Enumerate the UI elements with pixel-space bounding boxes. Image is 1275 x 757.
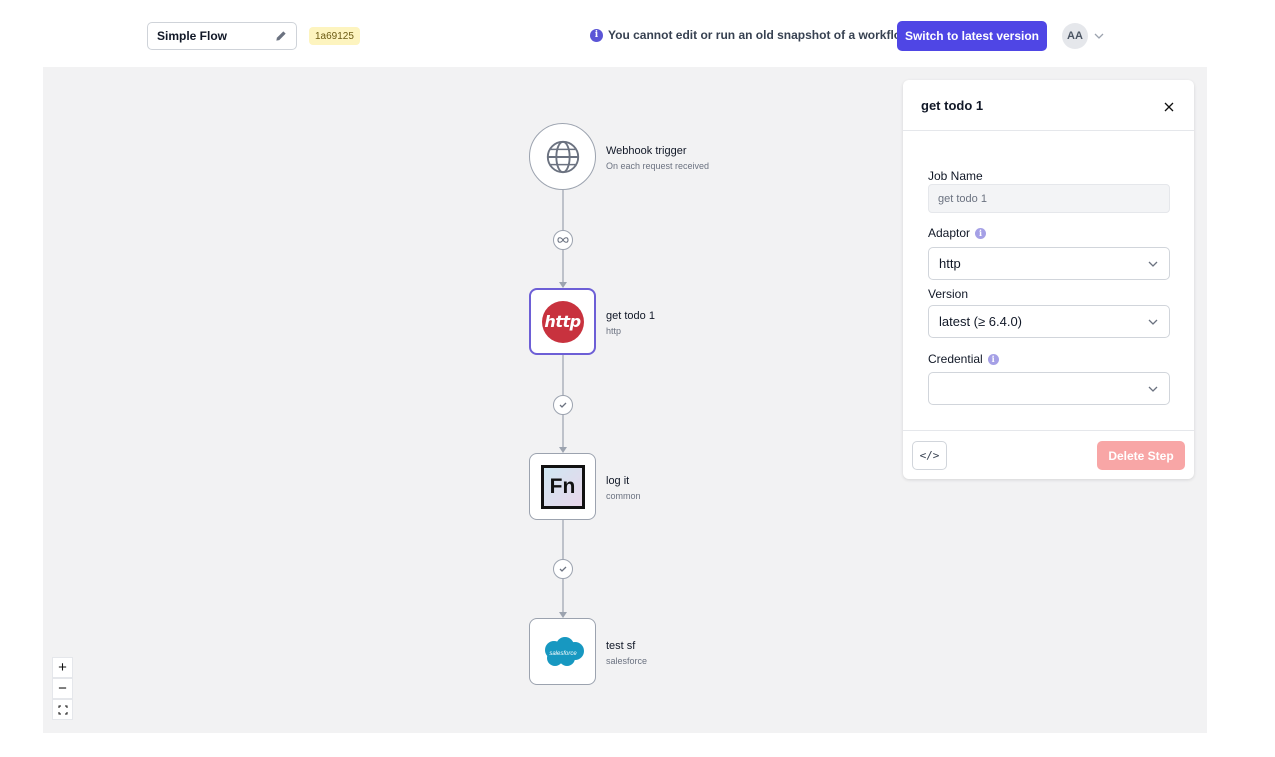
job-name-label: Job Name xyxy=(928,169,983,183)
zoom-out-button[interactable]: − xyxy=(52,678,73,699)
job-name-label-text: Job Name xyxy=(928,169,983,183)
info-icon[interactable]: i xyxy=(975,227,987,239)
node-label: test sf xyxy=(606,640,636,652)
adaptor-select[interactable]: http xyxy=(928,247,1170,280)
node-sublabel: On each request received xyxy=(606,161,710,171)
node-webhook-trigger[interactable] xyxy=(529,123,596,190)
node-sublabel: http xyxy=(606,326,622,336)
adaptor-value: http xyxy=(939,256,961,271)
fit-view-button[interactable] xyxy=(52,699,73,720)
divider xyxy=(903,430,1194,431)
panel-title: get todo 1 xyxy=(921,98,984,113)
globe-icon xyxy=(546,140,579,173)
delete-step-button[interactable]: Delete Step xyxy=(1097,441,1185,470)
divider xyxy=(903,130,1194,131)
chevron-down-icon xyxy=(1148,386,1158,392)
salesforce-icon: salesforce xyxy=(544,636,584,666)
avatar[interactable]: AA xyxy=(1062,23,1088,49)
version-select[interactable]: latest (≥ 6.4.0) xyxy=(928,305,1170,338)
job-name-input[interactable] xyxy=(928,184,1170,213)
node-label: get todo 1 xyxy=(606,310,655,322)
info-icon: i xyxy=(590,28,603,42)
switch-latest-button[interactable]: Switch to latest version xyxy=(897,21,1047,51)
version-label-text: Version xyxy=(928,287,969,301)
zoom-in-button[interactable]: + xyxy=(52,657,73,678)
workflow-name: Simple Flow xyxy=(157,29,228,43)
node-sublabel: common xyxy=(606,491,641,501)
chevron-down-icon xyxy=(1148,261,1158,267)
version-value: latest (≥ 6.4.0) xyxy=(939,314,1023,329)
chevron-down-icon xyxy=(1148,319,1158,325)
workflow-name-field[interactable]: Simple Flow xyxy=(147,22,297,50)
check-icon xyxy=(559,402,567,408)
check-icon xyxy=(559,566,567,572)
code-editor-button[interactable]: </> xyxy=(912,441,947,470)
pencil-icon[interactable] xyxy=(274,29,288,43)
node-sublabel: salesforce xyxy=(606,656,648,666)
chevron-down-icon[interactable] xyxy=(1094,31,1104,41)
node-get-todo-1[interactable]: http xyxy=(529,288,596,355)
adaptor-label: Adaptor i xyxy=(928,226,987,240)
app-root: Simple Flow 1a69125 i You cannot edit or… xyxy=(0,0,1275,757)
close-icon[interactable] xyxy=(1161,99,1177,115)
credential-label: Credential i xyxy=(928,352,999,366)
salesforce-logo-text: salesforce xyxy=(549,651,577,657)
edge-condition-success[interactable] xyxy=(553,559,573,579)
version-label: Version xyxy=(928,287,968,301)
edge-condition-success[interactable] xyxy=(553,395,573,415)
node-test-sf[interactable]: salesforce xyxy=(529,618,596,685)
node-label: log it xyxy=(606,475,630,487)
notice-text: You cannot edit or run an old snapshot o… xyxy=(608,28,914,42)
http-adaptor-icon: http xyxy=(541,300,584,343)
fit-view-icon xyxy=(58,705,67,714)
node-log-it[interactable]: Fn xyxy=(529,453,596,520)
info-icon[interactable]: i xyxy=(987,353,999,365)
credential-select[interactable] xyxy=(928,372,1170,405)
adaptor-label-text: Adaptor xyxy=(928,226,971,240)
infinity-icon xyxy=(557,237,569,243)
edge-condition-always[interactable] xyxy=(553,230,573,250)
node-label: Webhook trigger xyxy=(606,145,687,157)
credential-label-text: Credential xyxy=(928,352,983,366)
snapshot-badge: 1a69125 xyxy=(309,27,360,45)
snapshot-notice: i You cannot edit or run an old snapshot… xyxy=(590,28,913,42)
job-inspector-panel: get todo 1 Job Name Adaptor i http Versi… xyxy=(903,80,1194,479)
user-menu[interactable]: AA xyxy=(1062,23,1104,49)
fn-common-icon: Fn xyxy=(540,464,585,509)
